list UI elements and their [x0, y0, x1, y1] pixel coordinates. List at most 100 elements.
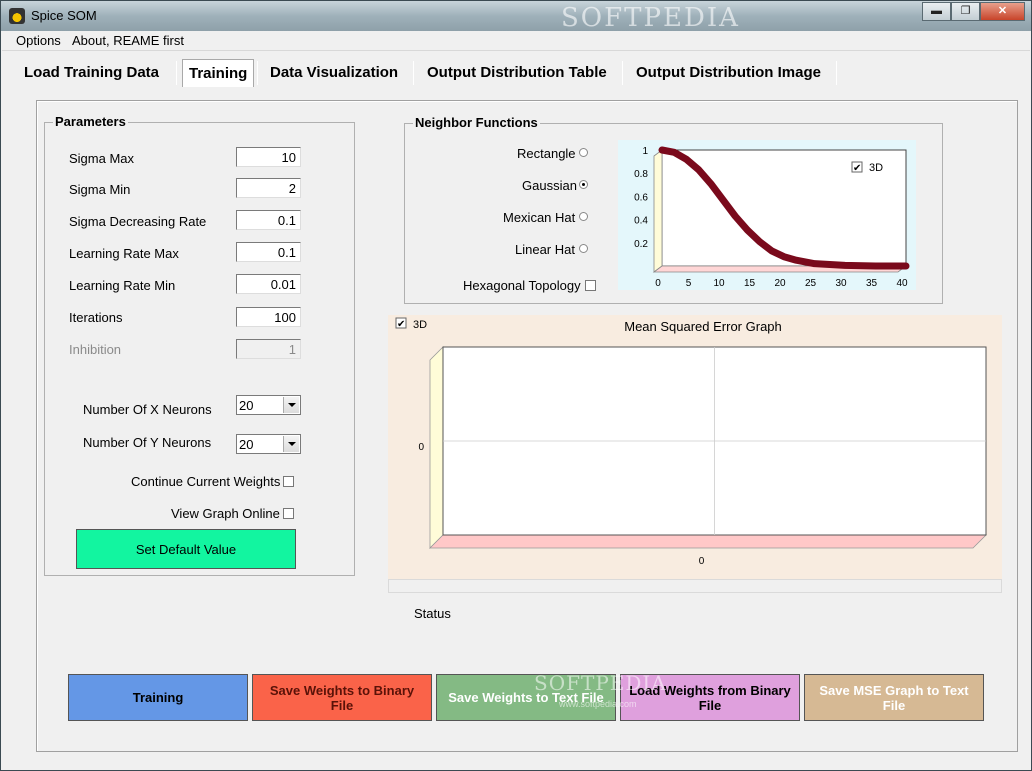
title-bar[interactable]: Spice SOM SOFTPEDIA ▬ ❐ ✕ — [1, 1, 1031, 33]
x-neurons-label: Number Of X Neurons — [83, 402, 212, 417]
sigma-rate-label: Sigma Decreasing Rate — [69, 214, 207, 229]
sigma-max-field[interactable]: 10 — [236, 147, 301, 167]
mexican-hat-radio[interactable] — [579, 212, 588, 221]
minimize-icon[interactable]: ▬ — [922, 2, 951, 21]
inhibition-field: 1 — [236, 339, 301, 359]
plot-floor — [429, 534, 987, 549]
menu-about[interactable]: About, REAME first — [72, 33, 184, 48]
save-weights-binary-button[interactable]: Save Weights to Binary File — [252, 674, 432, 721]
y-tick-label: 0.8 — [634, 169, 648, 180]
load-weights-binary-button[interactable]: Load Weights from Binary File — [620, 674, 800, 721]
plot-wall — [653, 149, 663, 273]
data-point — [811, 260, 818, 267]
save-mse-graph-button[interactable]: Save MSE Graph to Text File — [804, 674, 984, 721]
data-point — [683, 156, 690, 163]
x-tick-label: 35 — [866, 278, 878, 289]
app-icon — [9, 8, 25, 24]
menu-options[interactable]: Options — [16, 33, 61, 48]
data-point — [695, 166, 702, 173]
x-neurons-select[interactable]: 20 — [236, 395, 301, 415]
sigma-min-label: Sigma Min — [69, 182, 131, 197]
tab-output-distribution-table[interactable]: Output Distribution Table — [427, 59, 607, 87]
tab-training[interactable]: Training — [182, 59, 255, 87]
mse-chart: ✔ 3D Mean Squared Error Graph 0 0 — [388, 315, 1002, 579]
data-point — [707, 180, 714, 187]
maximize-icon[interactable]: ❐ — [951, 2, 980, 21]
y-neurons-label: Number Of Y Neurons — [83, 435, 212, 450]
data-point — [793, 257, 800, 264]
training-button[interactable]: Training — [68, 674, 248, 721]
hexagonal-topology-label: Hexagonal Topology — [463, 278, 581, 293]
y-tick-label: 0.4 — [634, 216, 648, 227]
status-label: Status — [414, 606, 451, 621]
data-point — [732, 213, 739, 220]
linear-hat-radio[interactable] — [579, 244, 588, 253]
lr-min-field[interactable]: 0.01 — [236, 274, 301, 294]
x-tick-label: 15 — [744, 278, 756, 289]
y-tick-label: 0 — [418, 442, 424, 453]
view-graph-checkbox[interactable] — [283, 508, 294, 519]
rectangle-radio[interactable] — [579, 148, 588, 157]
tab-output-distribution-image[interactable]: Output Distribution Image — [636, 59, 821, 87]
continue-weights-checkbox[interactable] — [283, 476, 294, 487]
data-point — [903, 263, 909, 269]
y-tick-label: 0.2 — [634, 239, 648, 250]
x-tick-label: 30 — [835, 278, 847, 289]
x-tick-label: 0 — [699, 556, 705, 567]
set-default-button[interactable]: Set Default Value — [76, 529, 296, 569]
mse-svg: ✔ 3D Mean Squared Error Graph 0 0 — [395, 317, 987, 567]
data-point — [659, 147, 665, 153]
y-tick-label: 0.6 — [634, 192, 648, 203]
watermark: SOFTPEDIA — [561, 3, 740, 33]
y-neurons-select[interactable]: 20 — [236, 434, 301, 454]
lr-max-field[interactable]: 0.1 — [236, 242, 301, 262]
chart-title: Mean Squared Error Graph — [624, 319, 782, 334]
data-point — [842, 262, 848, 269]
tab-load-training-data[interactable]: Load Training Data — [24, 59, 159, 87]
save-weights-text-button[interactable]: Save Weights to Text File — [436, 674, 616, 721]
plot-wall — [429, 346, 444, 549]
gaussian-radio[interactable] — [579, 180, 588, 189]
data-point — [872, 263, 879, 269]
close-icon[interactable]: ✕ — [980, 2, 1025, 21]
sigma-rate-field[interactable]: 0.1 — [236, 210, 301, 230]
check-icon: ✔ — [397, 319, 405, 330]
x-tick-label: 10 — [713, 278, 725, 289]
mexican-hat-label: Mexican Hat — [503, 210, 576, 225]
data-point — [744, 227, 751, 234]
hexagonal-topology-checkbox[interactable] — [585, 280, 596, 291]
rectangle-label: Rectangle — [517, 146, 576, 161]
sigma-max-label: Sigma Max — [69, 151, 135, 166]
data-point — [756, 238, 763, 245]
data-point — [720, 196, 726, 203]
three-d-label: 3D — [413, 319, 427, 331]
window-title: Spice SOM — [31, 8, 97, 23]
data-point — [781, 253, 787, 260]
lr-min-label: Learning Rate Min — [69, 278, 176, 293]
data-point — [671, 149, 678, 156]
y-tick-label: 1 — [642, 146, 648, 157]
x-tick-label: 5 — [686, 278, 692, 289]
linear-hat-label: Linear Hat — [515, 242, 575, 257]
gaussian-label: Gaussian — [522, 178, 577, 193]
sigma-min-field[interactable]: 2 — [236, 178, 301, 198]
iterations-label: Iterations — [69, 310, 123, 325]
neighbor-functions-title: Neighbor Functions — [413, 115, 540, 130]
x-tick-label: 0 — [655, 278, 661, 289]
view-graph-label: View Graph Online — [171, 506, 280, 521]
data-point — [768, 247, 775, 254]
three-d-label: 3D — [869, 162, 883, 174]
chevron-down-icon[interactable] — [283, 436, 299, 452]
check-icon: ✔ — [853, 163, 861, 174]
neighbor-function-svg: 1 0.8 0.6 0.4 0.2 0 5 10 15 20 25 30 35 40 ✔ 3D — [634, 146, 910, 289]
neighbor-function-chart: 1 0.8 0.6 0.4 0.2 0 5 10 15 20 25 30 35 40 ✔ 3D — [618, 140, 916, 290]
x-tick-label: 20 — [774, 278, 786, 289]
menu-bar: Options About, REAME first — [2, 31, 1030, 51]
tab-data-visualization[interactable]: Data Visualization — [270, 59, 398, 87]
chevron-down-icon[interactable] — [283, 397, 299, 413]
mse-scrollbar[interactable] — [388, 579, 1002, 593]
lr-max-label: Learning Rate Max — [69, 246, 179, 261]
inhibition-label: Inhibition — [69, 342, 122, 357]
iterations-field[interactable]: 100 — [236, 307, 301, 327]
continue-weights-label: Continue Current Weights — [131, 474, 281, 489]
